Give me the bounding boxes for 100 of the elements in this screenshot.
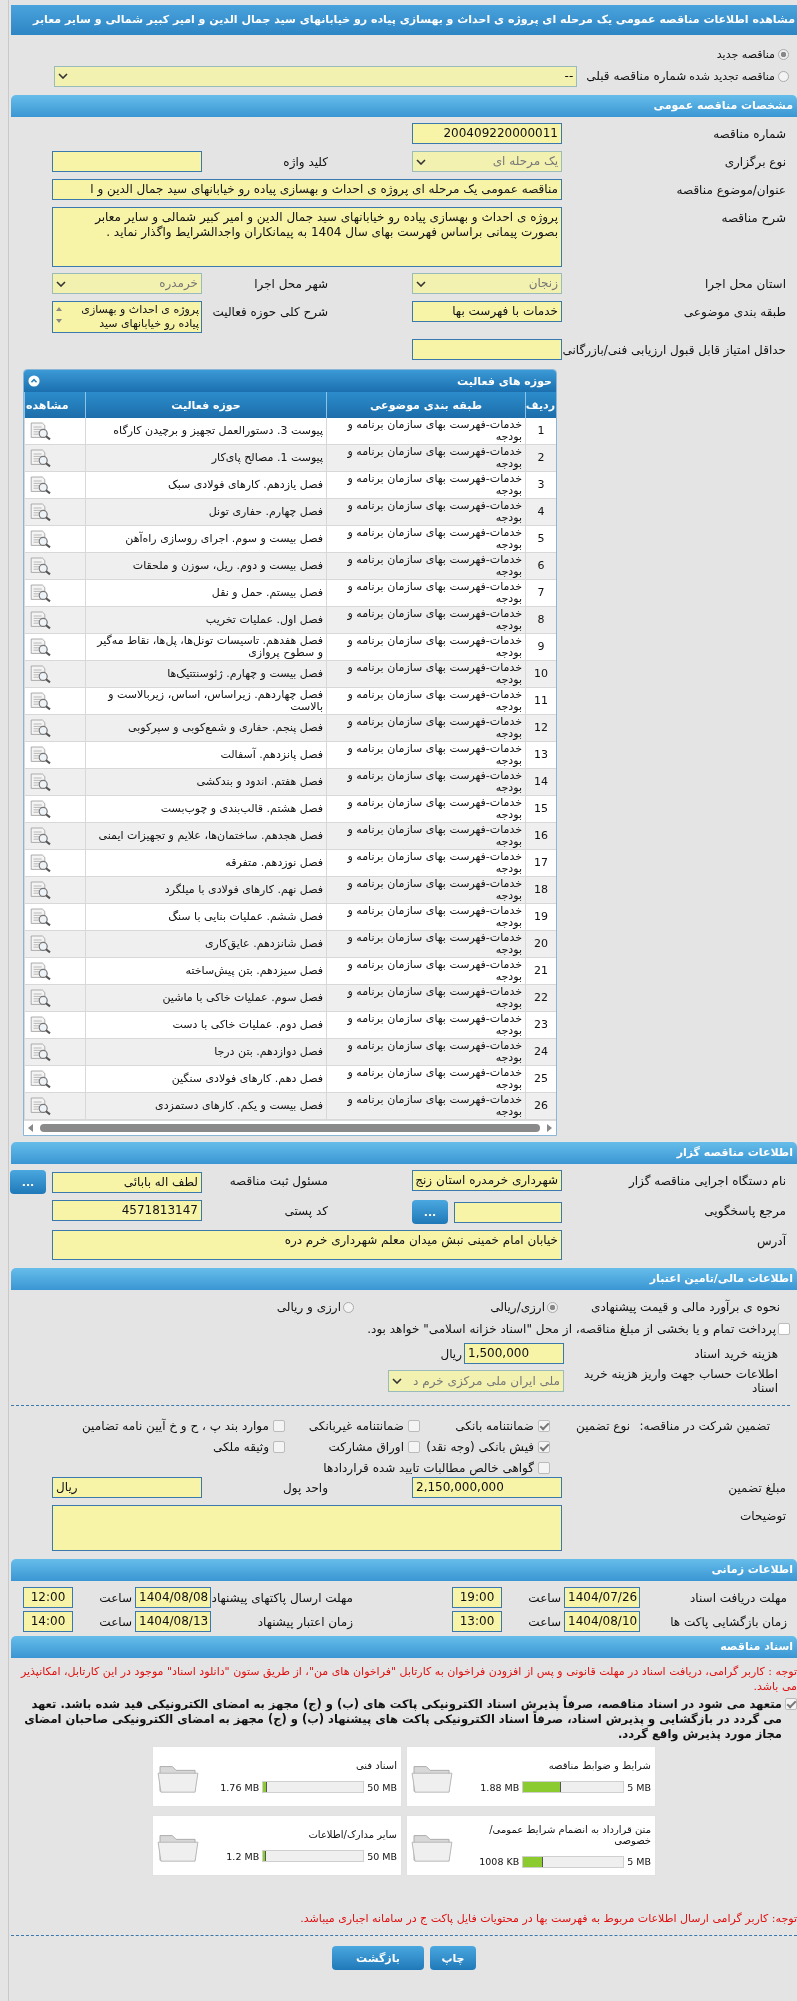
document-magnifier-icon[interactable] <box>28 529 52 549</box>
field-label: مهلت دریافت اسناد <box>689 1590 788 1605</box>
checkbox[interactable] <box>538 1420 550 1432</box>
document-title: سایر مدارک/اطلاعات <box>307 1829 397 1840</box>
checkbox[interactable] <box>273 1420 285 1432</box>
checkbox-label: وثیقه ملکی <box>212 1439 269 1454</box>
table-cell: فصل بیست و چهارم. ژئوسنتتیک‌ها <box>85 660 327 688</box>
scroll-left-icon[interactable] <box>28 1124 34 1132</box>
date-field[interactable]: 1404/07/26 <box>564 1587 640 1608</box>
date-field[interactable]: 1404/08/10 <box>564 1611 640 1632</box>
text-field[interactable] <box>52 151 202 172</box>
dropdown[interactable]: ملی ایران ملی مرکزی خرم د <box>388 1370 564 1392</box>
document-magnifier-icon[interactable] <box>28 1015 52 1035</box>
text-field[interactable]: خدمات با فهرست بها <box>412 301 562 322</box>
document-magnifier-icon[interactable] <box>28 934 52 954</box>
action-button[interactable]: بازگشت <box>332 1946 424 1970</box>
lookup-button[interactable]: ... <box>412 1200 448 1224</box>
document-magnifier-icon[interactable] <box>28 853 52 873</box>
text-field[interactable]: 1,500,000 <box>464 1343 564 1364</box>
checkbox[interactable] <box>778 1323 790 1335</box>
time-field[interactable]: 19:00 <box>452 1587 502 1608</box>
document-magnifier-icon[interactable] <box>28 421 52 441</box>
field-label: نحوه ی برآورد مالی و قیمت پیشنهادی <box>590 1300 781 1314</box>
time-field[interactable]: 12:00 <box>23 1587 73 1608</box>
text-field[interactable]: 2,150,000,000 <box>412 1477 562 1498</box>
document-magnifier-icon[interactable] <box>28 718 52 738</box>
table-cell: فصل سوم. عملیات خاکی با ماشین <box>85 984 327 1012</box>
radio-button[interactable] <box>343 1301 354 1313</box>
text-field[interactable]: شهرداری خرمدره استان زنج <box>412 1170 562 1191</box>
checkbox[interactable] <box>785 1698 797 1710</box>
text-field[interactable]: 4571813147 <box>52 1200 202 1221</box>
checkbox[interactable] <box>408 1420 420 1432</box>
document-magnifier-icon[interactable] <box>28 556 52 576</box>
document-magnifier-icon[interactable] <box>28 664 52 684</box>
time-field[interactable]: 13:00 <box>452 1611 502 1632</box>
lookup-button[interactable]: ... <box>10 1170 46 1194</box>
table-cell: فصل نهم. کارهای فولادی با میلگرد <box>85 876 327 904</box>
document-magnifier-icon[interactable] <box>28 502 52 522</box>
text-area[interactable]: خیابان امام خمینی نبش میدان معلم شهرداری خرم دره <box>52 1230 562 1260</box>
scrollbar[interactable] <box>24 1120 556 1135</box>
text-field[interactable]: 200409220000011 <box>412 123 562 144</box>
document-magnifier-icon[interactable] <box>28 1069 52 1089</box>
radio-button[interactable] <box>778 70 789 82</box>
document-magnifier-icon[interactable] <box>28 961 52 981</box>
checkbox[interactable] <box>538 1441 550 1453</box>
document-magnifier-icon[interactable] <box>28 826 52 846</box>
text-area[interactable] <box>52 1505 562 1551</box>
document-magnifier-icon[interactable] <box>28 1042 52 1062</box>
document-magnifier-icon[interactable] <box>28 988 52 1008</box>
document-magnifier-icon[interactable] <box>28 880 52 900</box>
table-cell: فصل هشتم. قالب‌بندی و چوب‌بست <box>85 795 327 823</box>
table-cell: فصل بیست و سوم. اجرای روسازی راه‌آهن <box>85 525 327 553</box>
field-label: کد پستی <box>283 1203 329 1220</box>
document-magnifier-icon[interactable] <box>28 745 52 765</box>
action-button[interactable]: چاپ <box>430 1946 476 1970</box>
field-label: زمان اعتبار پیشنهاد <box>256 1614 354 1629</box>
table-cell: خدمات-فهرست بهای سازمان برنامه و بودجه <box>326 525 526 553</box>
table-cell: فصل اول. عملیات تخریب <box>85 606 327 634</box>
checkbox[interactable] <box>273 1441 285 1453</box>
checkbox[interactable] <box>538 1462 550 1474</box>
text-area[interactable]: پروژه ی احداث و بهسازی پیاده رو خیابانهای سید جمال الدین و امیر کبیر شمالی و سایر معابر بصورت پیمانی براساس فهرست بهای سال 1404 به پیمانکاران واجدالشرایط واگذار نماید . <box>52 207 562 267</box>
radio-button[interactable] <box>778 48 789 60</box>
table-cell: خدمات-فهرست بهای سازمان برنامه و بودجه <box>326 822 526 850</box>
table-cell: فصل پانزدهم. آسفالت <box>85 741 327 769</box>
document-magnifier-icon[interactable] <box>28 1096 52 1116</box>
document-magnifier-icon[interactable] <box>28 637 52 657</box>
document-magnifier-icon[interactable] <box>28 799 52 819</box>
field-label: ساعت <box>527 1614 562 1629</box>
document-magnifier-icon[interactable] <box>28 907 52 927</box>
chevron-icon <box>416 280 426 287</box>
field-label: زمان بازگشایی پاکت ها <box>669 1614 788 1629</box>
text-field[interactable]: لطف اله بابائی <box>52 1171 202 1193</box>
date-field[interactable]: 1404/08/08 <box>135 1587 211 1608</box>
document-magnifier-icon[interactable] <box>28 691 52 711</box>
chevron-icon <box>416 158 426 165</box>
text-field[interactable]: مناقصه عمومی یک مرحله ای پروژه ی احداث و بهسازی پیاده رو خیابانهای سید جمال الدین و ا <box>52 179 562 200</box>
field-label: توضیحات <box>738 1508 787 1526</box>
list-box[interactable]: پروژه ی احداث و بهسازی پیاده رو خیابانهای سید <box>52 301 202 333</box>
document-magnifier-icon[interactable] <box>28 448 52 468</box>
document-magnifier-icon[interactable] <box>28 583 52 603</box>
text-field[interactable] <box>412 339 562 360</box>
table-cell: خدمات-فهرست بهای سازمان برنامه و بودجه <box>326 903 526 931</box>
size-used: 1.76 MB <box>220 1781 260 1793</box>
dropdown[interactable]: -- <box>54 65 578 87</box>
document-magnifier-icon[interactable] <box>28 475 52 495</box>
section-header: مشخصات مناقصه عمومی <box>11 95 797 117</box>
collapse-icon[interactable] <box>28 375 40 387</box>
radio-button[interactable] <box>547 1301 558 1313</box>
document-magnifier-icon[interactable] <box>28 610 52 630</box>
table-cell: 18 <box>525 876 556 904</box>
checkbox[interactable] <box>408 1441 420 1453</box>
date-field[interactable]: 1404/08/13 <box>135 1611 211 1632</box>
time-field[interactable]: 14:00 <box>23 1611 73 1632</box>
table-cell: خدمات-فهرست بهای سازمان برنامه و بودجه <box>326 660 526 688</box>
scroll-right-icon[interactable] <box>546 1124 552 1132</box>
text-field[interactable]: ریال <box>52 1477 202 1498</box>
radio-label: مناقصه جدید <box>716 47 775 61</box>
text-field[interactable] <box>454 1201 562 1223</box>
document-title: اسناد فنی <box>355 1760 397 1771</box>
document-magnifier-icon[interactable] <box>28 772 52 792</box>
